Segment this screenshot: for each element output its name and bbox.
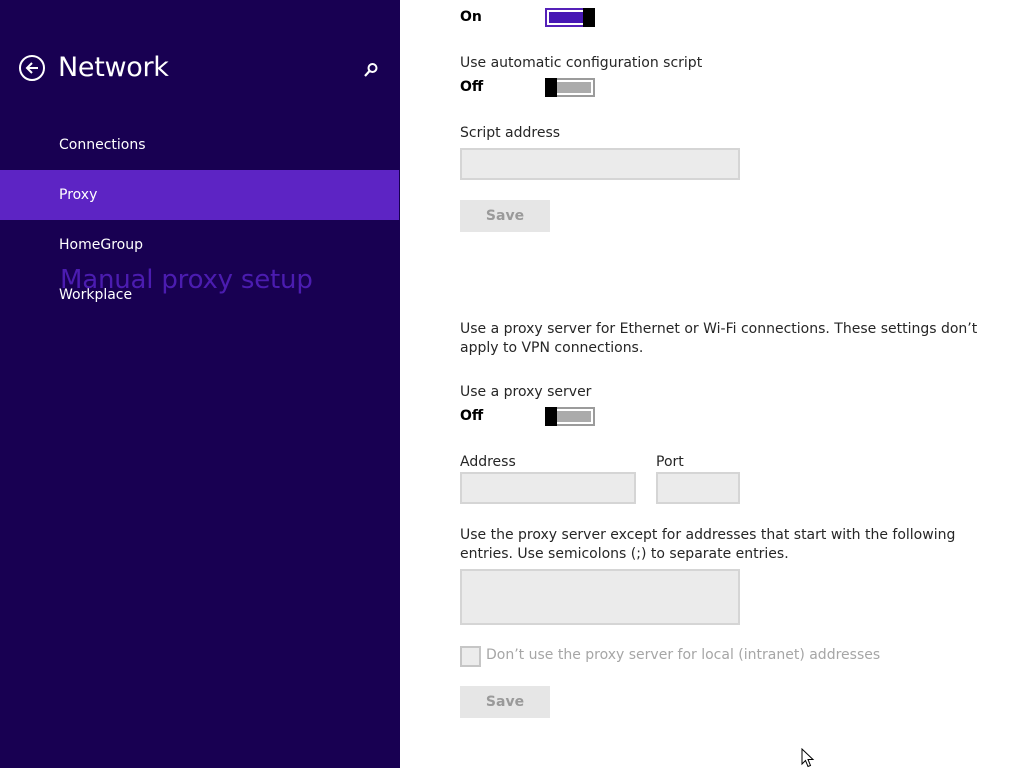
sidebar-item-label: Proxy xyxy=(59,187,98,203)
local-bypass-checkbox[interactable] xyxy=(460,646,481,667)
use-proxy-state: Off xyxy=(460,408,484,424)
sidebar-item-proxy[interactable]: Proxy xyxy=(0,170,399,220)
auto-detect-state: On xyxy=(460,9,482,25)
manual-description: Use a proxy server for Ethernet or Wi-Fi… xyxy=(460,321,978,356)
auto-detect-toggle[interactable] xyxy=(545,8,595,27)
sidebar-item-connections[interactable]: Connections xyxy=(0,120,399,170)
page-title: Network xyxy=(58,52,169,83)
port-label: Port xyxy=(656,454,684,470)
back-arrow-icon xyxy=(25,62,38,74)
back-button[interactable] xyxy=(19,55,45,81)
script-toggle-state: Off xyxy=(460,79,484,95)
search-button[interactable] xyxy=(362,61,380,79)
sidebar-item-label: Connections xyxy=(59,137,146,153)
port-input[interactable] xyxy=(656,472,740,504)
script-toggle-label: Use automatic configuration script xyxy=(460,55,703,71)
address-label: Address xyxy=(460,454,516,470)
mouse-pointer-icon xyxy=(801,748,815,768)
sidebar-item-homegroup[interactable]: HomeGroup xyxy=(0,220,399,270)
use-proxy-toggle[interactable] xyxy=(545,407,595,426)
save-script-button[interactable]: Save xyxy=(460,200,550,232)
section-heading: Manual proxy setup xyxy=(60,265,313,295)
local-bypass-label: Don’t use the proxy server for local (in… xyxy=(486,647,881,663)
search-icon xyxy=(364,63,378,77)
save-manual-button[interactable]: Save xyxy=(460,686,550,718)
address-input[interactable] xyxy=(460,472,636,504)
script-toggle[interactable] xyxy=(545,78,595,97)
use-proxy-label: Use a proxy server xyxy=(460,384,592,400)
sidebar: Network Connections Proxy HomeGroup Work… xyxy=(0,0,400,768)
script-address-label: Script address xyxy=(460,125,561,141)
exceptions-input[interactable] xyxy=(460,569,740,625)
sidebar-item-label: HomeGroup xyxy=(59,237,143,253)
exceptions-label: Use the proxy server except for addresse… xyxy=(460,527,956,562)
script-address-input[interactable] xyxy=(460,148,740,180)
